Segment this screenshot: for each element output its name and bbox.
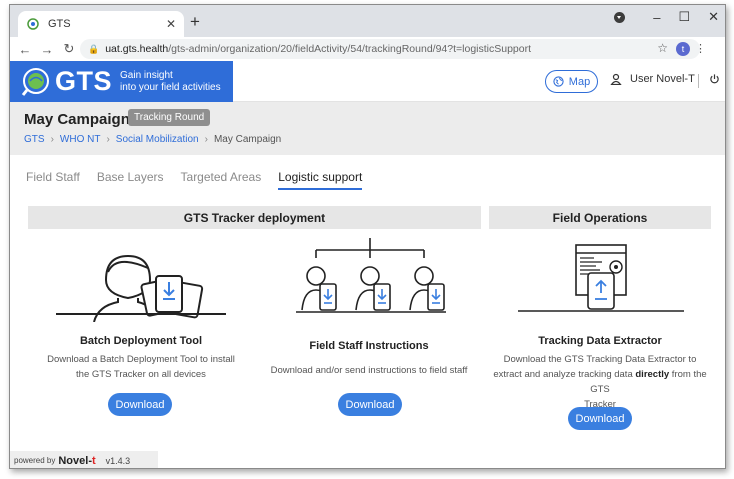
field-staff-instructions-title: Field Staff Instructions xyxy=(309,340,429,352)
url-text: uat.gts.health/gts-admin/organization/20… xyxy=(105,43,531,55)
batch-download-button[interactable]: Download xyxy=(108,393,172,416)
batch-desc-line-2: the GTS Tracker on all devices xyxy=(76,369,206,380)
power-icon[interactable] xyxy=(709,73,720,85)
tagline-line-2: into your field activities xyxy=(120,81,221,93)
breadcrumb: GTS › WHO NT › Social Mobilization › May… xyxy=(24,134,281,145)
campaign-header: May Campaign Tracking Round GTS › WHO NT… xyxy=(10,102,725,155)
gts-logo-icon xyxy=(20,66,52,98)
instructions-download-button[interactable]: Download xyxy=(338,393,402,416)
globe-icon xyxy=(553,76,564,87)
header-divider xyxy=(698,74,699,88)
profile-menu-icon[interactable] xyxy=(614,11,626,23)
tab-close-icon[interactable]: ✕ xyxy=(166,17,176,31)
browser-tab-title: GTS xyxy=(48,18,71,30)
page-tabs: Field Staff Base Layers Targeted Areas L… xyxy=(26,170,379,190)
lock-icon[interactable]: 🔒 xyxy=(88,44,99,55)
tab-targeted-areas[interactable]: Targeted Areas xyxy=(181,170,262,190)
company-name-accent: t xyxy=(91,454,96,467)
tracking-round-badge: Tracking Round xyxy=(128,109,211,126)
back-arrow-icon[interactable]: ← xyxy=(14,42,36,57)
app-header: GTS Gain insight into your field activit… xyxy=(10,61,725,102)
batch-deployment-illustration xyxy=(56,242,226,327)
breadcrumb-gts[interactable]: GTS xyxy=(24,134,45,145)
brand-name: GTS xyxy=(55,66,113,96)
chevron-right-icon: › xyxy=(106,134,110,145)
chevron-right-icon: › xyxy=(204,134,208,145)
tracking-data-extractor-description: Download the GTS Tracking Data Extractor… xyxy=(489,352,711,412)
extractor-desc-line-2a: extract and analyze tracking data xyxy=(493,369,636,380)
tab-field-staff[interactable]: Field Staff xyxy=(26,170,80,190)
tracking-data-extractor-title: Tracking Data Extractor xyxy=(538,335,662,347)
minimize-button[interactable]: – xyxy=(653,10,660,25)
bookmark-star-icon[interactable]: ☆ xyxy=(657,41,668,55)
field-staff-instructions-description: Download and/or send instructions to fie… xyxy=(260,363,478,378)
url-path: /gts-admin/organization/20/fieldActivity… xyxy=(168,43,532,55)
forward-arrow-icon[interactable]: → xyxy=(36,42,58,57)
browser-window: GTS ✕ + – ☐ ✕ ← → ↻ 🔒 uat.gts.health/gts… xyxy=(9,4,726,469)
section-field-operations: Field Operations xyxy=(489,206,711,229)
maximize-button[interactable]: ☐ xyxy=(678,9,690,25)
extractor-download-button[interactable]: Download xyxy=(568,407,632,430)
person-icon xyxy=(610,73,622,85)
close-window-button[interactable]: ✕ xyxy=(708,9,719,25)
breadcrumb-current: May Campaign xyxy=(213,134,282,145)
brand-banner[interactable]: GTS Gain insight into your field activit… xyxy=(10,61,233,102)
powered-by-footer: powered by Novel-t v1.4.3 xyxy=(10,451,158,468)
browser-tab[interactable]: GTS ✕ xyxy=(18,11,184,37)
page-title: May Campaign xyxy=(24,111,130,128)
address-bar[interactable]: 🔒 uat.gts.health/gts-admin/organization/… xyxy=(80,39,706,59)
extractor-desc-line-1: Download the GTS Tracking Data Extractor… xyxy=(503,354,697,365)
gts-favicon-icon xyxy=(26,17,40,31)
batch-deployment-title: Batch Deployment Tool xyxy=(79,335,203,347)
app-version: v1.4.3 xyxy=(105,455,131,466)
chevron-right-icon: › xyxy=(50,134,54,145)
batch-desc-line-1: Download a Batch Deployment Tool to inst… xyxy=(47,354,235,365)
reload-icon[interactable]: ↻ xyxy=(58,41,80,57)
field-staff-instructions-illustration xyxy=(296,238,446,323)
batch-deployment-description: Download a Batch Deployment Tool to inst… xyxy=(28,352,254,382)
map-button[interactable]: Map xyxy=(545,70,598,93)
tab-logistic-support[interactable]: Logistic support xyxy=(278,170,363,190)
powered-by-label: powered by xyxy=(14,456,56,465)
browser-menu-icon[interactable]: ⋮ xyxy=(695,42,706,55)
company-name: Novel- xyxy=(58,454,92,467)
window-controls: – ☐ ✕ xyxy=(614,9,719,25)
brand-tagline: Gain insight into your field activities xyxy=(120,70,221,94)
breadcrumb-social-mobilization[interactable]: Social Mobilization xyxy=(116,134,199,145)
tagline-line-1: Gain insight xyxy=(120,69,173,81)
browser-toolbar: ← → ↻ 🔒 uat.gts.health/gts-admin/organiz… xyxy=(10,37,725,61)
tab-base-layers[interactable]: Base Layers xyxy=(97,170,164,190)
instructions-desc-line-1: Download and/or send instructions to fie… xyxy=(270,365,468,376)
tracking-data-extractor-illustration xyxy=(518,241,684,318)
browser-tab-strip: GTS ✕ + – ☐ ✕ xyxy=(10,5,725,37)
new-tab-button[interactable]: + xyxy=(190,13,200,30)
breadcrumb-who-nt[interactable]: WHO NT xyxy=(60,134,101,145)
map-button-label: Map xyxy=(568,75,591,88)
url-host: uat.gts.health xyxy=(105,43,169,55)
section-gts-tracker-deployment: GTS Tracker deployment xyxy=(28,206,481,229)
profile-avatar[interactable]: t xyxy=(676,42,690,56)
user-menu[interactable]: User Novel-T xyxy=(610,73,695,85)
user-name: User Novel-T xyxy=(630,73,695,85)
extractor-desc-emphasis: directly xyxy=(635,369,670,380)
novel-t-logo: Novel-t xyxy=(58,455,95,467)
